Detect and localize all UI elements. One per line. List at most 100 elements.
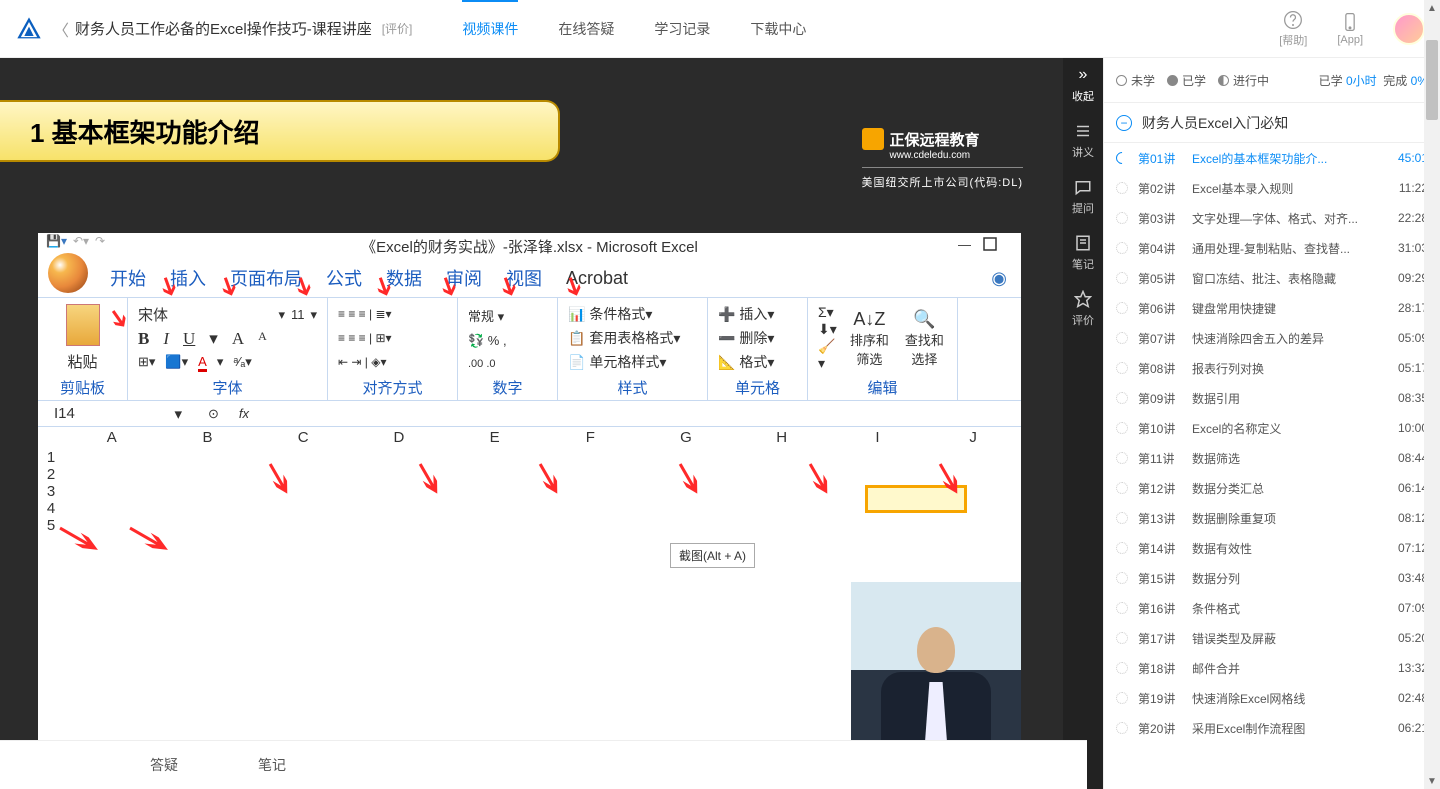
lesson-item[interactable]: 第17讲 错误类型及屏蔽 05:20 [1104, 623, 1440, 653]
excel-formula-bar: I14▾ ⊙ fx [38, 401, 1021, 427]
excel-title: 《Excel的财务实战》-张泽锋.xlsx - Microsoft Excel [361, 236, 698, 257]
chat-icon [1074, 178, 1092, 196]
list-icon [1074, 122, 1092, 140]
lesson-duration: 09:29 [1384, 271, 1428, 285]
group-clipboard: 剪贴板 [48, 374, 117, 398]
lesson-num: 第10讲 [1138, 420, 1182, 437]
lesson-status-icon [1116, 212, 1128, 224]
capture-tooltip: 截图(Alt + A) [670, 543, 755, 568]
lesson-duration: 08:35 [1384, 391, 1428, 405]
lesson-item[interactable]: 第14讲 数据有效性 07:12 [1104, 533, 1440, 563]
ask-label: 提问 [1072, 200, 1094, 216]
ask-button[interactable]: 提问 [1072, 178, 1094, 216]
lesson-status-icon [1114, 150, 1131, 167]
bottom-tab-qa[interactable]: 答疑 [150, 755, 178, 775]
tab-video[interactable]: 视频课件 [442, 0, 538, 58]
note-button[interactable]: 笔记 [1072, 234, 1094, 272]
tab-download[interactable]: 下载中心 [730, 0, 826, 58]
lesson-duration: 11:22 [1384, 181, 1428, 195]
lesson-item[interactable]: 第07讲 快速消除四舍五入的差异 05:09 [1104, 323, 1440, 353]
lesson-item[interactable]: 第05讲 窗口冻结、批注、表格隐藏 09:29 [1104, 263, 1440, 293]
lesson-item[interactable]: 第08讲 报表行列对换 05:17 [1104, 353, 1440, 383]
tab-qa[interactable]: 在线答疑 [538, 0, 634, 58]
scrollbar[interactable]: ▲ ▼ [1424, 0, 1440, 789]
selected-cell [868, 488, 964, 510]
menu-home: 开始 [110, 265, 146, 291]
lesson-item[interactable]: 第13讲 数据删除重复项 08:12 [1104, 503, 1440, 533]
lesson-item[interactable]: 第11讲 数据筛选 08:44 [1104, 443, 1440, 473]
lesson-title: Excel基本录入规则 [1192, 180, 1374, 197]
video-area[interactable]: 1 基本框架功能介绍 正保远程教育 www.cdeledu.com 美国纽交所上… [0, 58, 1063, 749]
lesson-duration: 07:09 [1384, 601, 1428, 615]
video-slide: 1 基本框架功能介绍 正保远程教育 www.cdeledu.com 美国纽交所上… [0, 58, 1063, 749]
lesson-num: 第03讲 [1138, 210, 1182, 227]
lesson-item[interactable]: 第03讲 文字处理—字体、格式、对齐... 22:28 [1104, 203, 1440, 233]
eval-link[interactable]: [评价] [382, 20, 413, 37]
font-name: 宋体 [138, 304, 168, 325]
lesson-status-icon [1116, 632, 1128, 644]
lecture-label: 讲义 [1072, 144, 1094, 160]
lesson-item[interactable]: 第01讲 Excel的基本框架功能介... 45:01 [1104, 143, 1440, 173]
lesson-num: 第19讲 [1138, 690, 1182, 707]
note-label: 笔记 [1072, 256, 1094, 272]
lesson-num: 第12讲 [1138, 480, 1182, 497]
help-button[interactable]: [帮助] [1279, 10, 1307, 48]
help-icon [1283, 10, 1303, 30]
app-button[interactable]: [App] [1337, 12, 1363, 46]
status-row: 未学 已学 进行中 已学 0小时 完成 0% [1104, 58, 1440, 103]
lecture-button[interactable]: 讲义 [1072, 122, 1094, 160]
lesson-title: 快速消除四舍五入的差异 [1192, 330, 1374, 347]
status-not-started: 未学 [1116, 72, 1155, 89]
lesson-title: 数据分类汇总 [1192, 480, 1374, 497]
lesson-item[interactable]: 第02讲 Excel基本录入规则 11:22 [1104, 173, 1440, 203]
group-number: 数字 [468, 374, 547, 398]
lesson-title: 通用处理-复制粘贴、查找替... [1192, 240, 1374, 257]
group-edit: 编辑 [818, 374, 947, 398]
nav-tabs: 视频课件 在线答疑 学习记录 下载中心 [442, 0, 826, 58]
right-panel: 未学 已学 进行中 已学 0小时 完成 0% − 财务人员Excel入门必知 第… [1103, 58, 1440, 789]
font-size: 11 [291, 307, 305, 322]
lesson-status-icon [1116, 482, 1128, 494]
style-cell: 单元格样式 [589, 354, 659, 370]
course-title: 财务人员工作必备的Excel操作技巧-课程讲座 [75, 18, 372, 39]
collapse-label: 收起 [1072, 88, 1094, 104]
lesson-num: 第05讲 [1138, 270, 1182, 287]
lesson-num: 第17讲 [1138, 630, 1182, 647]
scroll-up-icon[interactable]: ▲ [1424, 0, 1440, 16]
avatar[interactable] [1393, 13, 1425, 45]
group-style: 样式 [568, 374, 697, 398]
lesson-item[interactable]: 第18讲 邮件合并 13:32 [1104, 653, 1440, 683]
lesson-item[interactable]: 第10讲 Excel的名称定义 10:00 [1104, 413, 1440, 443]
lesson-item[interactable]: 第15讲 数据分列 03:48 [1104, 563, 1440, 593]
scrollbar-thumb[interactable] [1426, 40, 1438, 120]
lesson-duration: 06:21 [1384, 721, 1428, 735]
lesson-item[interactable]: 第09讲 数据引用 08:35 [1104, 383, 1440, 413]
bottom-tab-note[interactable]: 笔记 [258, 755, 286, 775]
collapse-button[interactable]: »收起 [1072, 66, 1094, 104]
header: 〈 财务人员工作必备的Excel操作技巧-课程讲座 [评价] 视频课件 在线答疑… [0, 0, 1440, 58]
lesson-status-icon [1116, 692, 1128, 704]
header-right: [帮助] [App] [1279, 10, 1425, 48]
lesson-item[interactable]: 第12讲 数据分类汇总 06:14 [1104, 473, 1440, 503]
rate-label: 评价 [1072, 312, 1094, 328]
fx-label: fx [239, 406, 249, 421]
lesson-title: Excel的名称定义 [1192, 420, 1374, 437]
tab-record[interactable]: 学习记录 [634, 0, 730, 58]
lesson-duration: 02:48 [1384, 691, 1428, 705]
lesson-item[interactable]: 第06讲 键盘常用快捷键 28:17 [1104, 293, 1440, 323]
scroll-down-icon[interactable]: ▼ [1424, 773, 1440, 789]
lesson-duration: 05:20 [1384, 631, 1428, 645]
rate-button[interactable]: 评价 [1072, 290, 1094, 328]
lesson-item[interactable]: 第04讲 通用处理-复制粘贴、查找替... 31:03 [1104, 233, 1440, 263]
lesson-num: 第14讲 [1138, 540, 1182, 557]
lesson-status-icon [1116, 422, 1128, 434]
group-font: 字体 [138, 374, 317, 398]
lesson-item[interactable]: 第20讲 采用Excel制作流程图 06:21 [1104, 713, 1440, 743]
back-icon[interactable]: 〈 [53, 17, 69, 41]
note-icon [1074, 234, 1092, 252]
group-cells: 单元格 [718, 374, 797, 398]
lesson-item[interactable]: 第19讲 快速消除Excel网格线 02:48 [1104, 683, 1440, 713]
lesson-item[interactable]: 第16讲 条件格式 07:09 [1104, 593, 1440, 623]
lesson-duration: 45:01 [1384, 151, 1428, 165]
section-title[interactable]: − 财务人员Excel入门必知 [1104, 103, 1440, 143]
